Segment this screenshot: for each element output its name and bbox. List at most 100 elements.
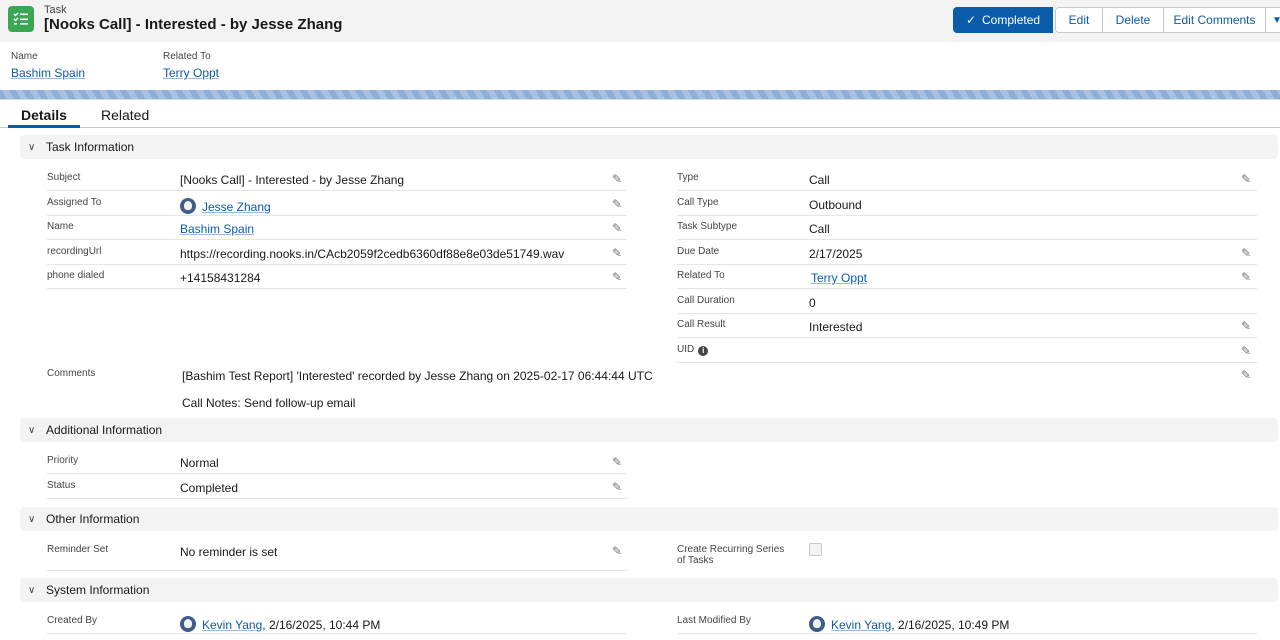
section-task-information[interactable]: ∨ Task Information (20, 135, 1278, 159)
more-actions-button[interactable]: ▼ (1265, 7, 1280, 33)
field-name: Name Bashim Spain ✎ (47, 216, 627, 240)
tab-bar: Details Related (0, 100, 1280, 128)
field-label: Call Type (677, 197, 719, 208)
tab-details[interactable]: Details (21, 107, 67, 123)
task-list-icon (8, 6, 34, 32)
pencil-icon[interactable]: ✎ (610, 221, 624, 235)
chevron-down-icon: ▼ (1272, 14, 1280, 26)
section-title: Additional Information (46, 423, 163, 437)
field-priority: Priority Normal ✎ (47, 450, 627, 474)
field-value: 2/17/2025 (809, 247, 863, 261)
related-to-link[interactable]: Terry Oppt (811, 271, 867, 285)
tab-related[interactable]: Related (101, 107, 149, 123)
field-last-modified-by: Last Modified By Kevin Yang, 2/16/2025, … (677, 610, 1257, 634)
last-modified-by-link[interactable]: Kevin Yang (831, 618, 891, 632)
field-due-date: Due Date 2/17/2025 ✎ (677, 241, 1257, 265)
field-value: https://recording.nooks.in/CAcb2059f2ced… (180, 247, 565, 261)
field-value: Interested (809, 320, 863, 334)
field-subject: Subject [Nooks Call] - Interested - by J… (47, 167, 627, 191)
field-label: recordingUrl (47, 246, 102, 257)
pencil-icon[interactable]: ✎ (1239, 319, 1253, 333)
decorative-band (0, 90, 1280, 99)
pencil-icon[interactable]: ✎ (610, 455, 624, 469)
field-label: Subject (47, 172, 81, 183)
section-additional-information[interactable]: ∨ Additional Information (20, 418, 1278, 442)
comments-line-1: [Bashim Test Report] 'Interested' record… (182, 369, 653, 383)
field-reminder-set: Reminder Set No reminder is set ✎ (47, 539, 627, 571)
field-call-type: Call Type Outbound (677, 192, 1257, 216)
highlights-panel: Name Bashim Spain Related To Terry Oppt (0, 42, 1280, 90)
assigned-to-link[interactable]: Jesse Zhang (202, 200, 271, 214)
pencil-icon[interactable]: ✎ (610, 172, 624, 186)
field-label: Status (47, 480, 76, 491)
field-created-by: Created By Kevin Yang, 2/16/2025, 10:44 … (47, 610, 627, 634)
entity-label: Task (44, 4, 67, 16)
edit-comments-button[interactable]: Edit Comments (1163, 7, 1266, 33)
pencil-icon[interactable]: ✎ (610, 246, 624, 260)
created-date: , 2/16/2025, 10:44 PM (262, 618, 381, 632)
field-label: Call Duration (677, 295, 735, 306)
field-label: Comments (47, 368, 96, 379)
highlight-related-link[interactable]: Terry Oppt (163, 66, 219, 80)
field-call-result: Call Result Interested ✎ (677, 314, 1257, 338)
chevron-down-icon: ∨ (28, 513, 36, 525)
pencil-icon[interactable]: ✎ (1239, 344, 1253, 358)
pencil-icon[interactable]: ✎ (1239, 246, 1253, 260)
pencil-icon[interactable]: ✎ (610, 480, 624, 494)
field-label: Call Result (677, 319, 726, 330)
field-create-recurring: Create Recurring Series of Tasks (677, 539, 1257, 571)
modified-date: , 2/16/2025, 10:49 PM (891, 618, 1010, 632)
pencil-icon[interactable]: ✎ (610, 544, 624, 558)
chevron-down-icon: ∨ (28, 141, 36, 153)
recurring-checkbox[interactable] (809, 543, 822, 556)
name-link[interactable]: Bashim Spain (180, 222, 254, 236)
field-label-line2: of Tasks (677, 555, 714, 566)
section-other-information[interactable]: ∨ Other Information (20, 507, 1278, 531)
section-title: Task Information (46, 140, 135, 154)
field-call-duration: Call Duration 0 (677, 290, 1257, 314)
chevron-down-icon: ∨ (28, 584, 36, 596)
field-value: 0 (809, 296, 816, 310)
field-value: +14158431284 (180, 271, 261, 285)
info-icon[interactable]: i (698, 346, 709, 356)
pencil-icon[interactable]: ✎ (610, 197, 624, 211)
field-label: Reminder Set (47, 544, 109, 555)
field-type: Type Call ✎ (677, 167, 1257, 191)
completed-button[interactable]: ✓ Completed (953, 7, 1053, 33)
field-value: Normal (180, 456, 219, 470)
highlight-name-label: Name (11, 51, 38, 62)
delete-button[interactable]: Delete (1102, 7, 1164, 33)
field-value: Outbound (809, 198, 862, 212)
page-title: [Nooks Call] - Interested - by Jesse Zha… (44, 16, 343, 33)
field-assigned-to: Assigned To Jesse Zhang ✎ (47, 192, 627, 216)
field-label: Last Modified By (677, 615, 751, 626)
edit-button[interactable]: Edit (1055, 7, 1103, 33)
pencil-icon[interactable]: ✎ (1239, 270, 1253, 284)
field-related-to: Related To Terry Oppt ✎ (677, 265, 1257, 289)
section-title: Other Information (46, 512, 140, 526)
field-value: [Nooks Call] - Interested - by Jesse Zha… (180, 173, 405, 187)
field-comments: Comments [Bashim Test Report] 'Intereste… (47, 363, 1257, 413)
field-value: Call (809, 173, 830, 187)
field-label: UID (677, 344, 695, 355)
pencil-icon[interactable]: ✎ (610, 270, 624, 284)
pencil-icon[interactable]: ✎ (1239, 172, 1253, 186)
field-phone-dialed: phone dialed +14158431284 ✎ (47, 265, 627, 289)
field-uid: UID i ✎ (677, 339, 1257, 363)
section-system-information[interactable]: ∨ System Information (20, 578, 1278, 602)
field-label: Type (677, 172, 699, 183)
field-value: Call (809, 222, 830, 236)
created-by-link[interactable]: Kevin Yang (202, 618, 262, 632)
avatar (180, 616, 196, 632)
field-label: phone dialed (47, 270, 105, 281)
highlight-name-link[interactable]: Bashim Spain (11, 66, 85, 80)
field-label: Name (47, 221, 74, 232)
avatar (180, 198, 196, 214)
highlight-name: Name Bashim Spain (11, 51, 85, 80)
completed-label: Completed (982, 13, 1041, 27)
check-icon: ✓ (965, 13, 977, 27)
pencil-icon[interactable]: ✎ (1239, 368, 1253, 382)
field-task-subtype: Task Subtype Call (677, 216, 1257, 240)
field-label: Task Subtype (677, 221, 738, 232)
field-label: Due Date (677, 246, 720, 257)
